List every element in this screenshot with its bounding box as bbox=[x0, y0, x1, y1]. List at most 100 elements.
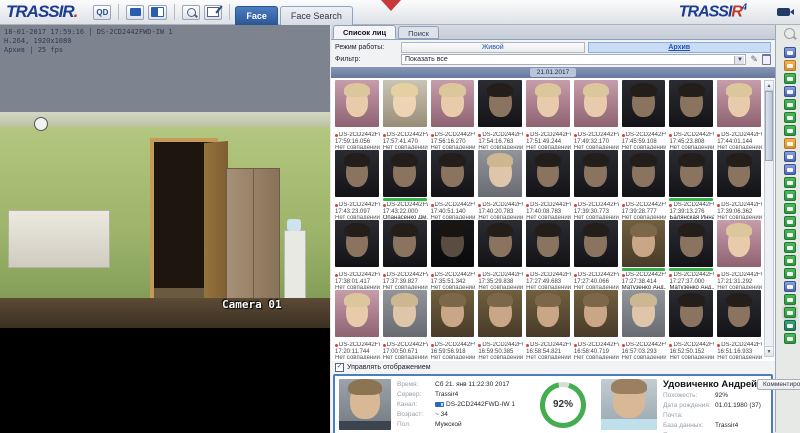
cell-match-status: Нет совпадений bbox=[334, 145, 380, 149]
face-cell[interactable]: DS-2CD2442FWD... 16:58:40.719 Нет совпад… bbox=[573, 290, 619, 359]
face-cell[interactable]: DS-2CD2442FWD... 17:37:39.827 Нет совпад… bbox=[382, 220, 428, 289]
channel-icon[interactable] bbox=[784, 268, 796, 279]
channel-icon[interactable] bbox=[784, 242, 796, 253]
face-cell[interactable]: DS-2CD2442FWD... 17:45:23.808 Нет совпад… bbox=[668, 80, 714, 149]
scroll-down-icon[interactable]: ▼ bbox=[765, 346, 773, 356]
face-cell[interactable]: DS-2CD2442FWD... 17:43:22.000 Опанасенко… bbox=[382, 150, 428, 219]
face-cell[interactable]: DS-2CD2442FWD... 17:49:32.170 Нет совпад… bbox=[573, 80, 619, 149]
record-dot-icon bbox=[574, 204, 577, 207]
face-cell[interactable]: DS-2CD2442FWD... 17:51:49.244 Нет совпад… bbox=[525, 80, 571, 149]
channel-icon[interactable] bbox=[784, 190, 796, 201]
channel-icon[interactable] bbox=[784, 125, 796, 136]
channel-icon[interactable] bbox=[784, 99, 796, 110]
trassir-window: TRASSIR. QD Face Face Search TRASSIR4 18… bbox=[0, 0, 800, 433]
match-bar bbox=[717, 198, 761, 201]
match-detail-card: Время: Сб 21. янв 11:22:30 2017 Сервер: … bbox=[333, 374, 773, 433]
search-tool-button[interactable] bbox=[182, 5, 200, 20]
field-value: 92% bbox=[715, 392, 728, 399]
face-cell[interactable]: DS-2CD2442FWD... 17:39:30.773 Нет совпад… bbox=[573, 150, 619, 219]
channel-icon[interactable] bbox=[784, 307, 796, 318]
cell-camera-label: DS-2CD2442FWD... bbox=[477, 272, 523, 279]
channel-icon[interactable] bbox=[784, 216, 796, 227]
face-cell[interactable]: DS-2CD2442FWD... 17:57:41.470 Нет совпад… bbox=[382, 80, 428, 149]
channel-icon[interactable] bbox=[784, 47, 796, 58]
face-cell[interactable]: DS-2CD2442FWD... 17:27:40.066 Нет совпад… bbox=[573, 220, 619, 289]
tab-search[interactable]: Поиск bbox=[398, 26, 439, 39]
face-cell[interactable]: DS-2CD2442FWD... 17:27:49.683 Нет совпад… bbox=[525, 220, 571, 289]
face-cell[interactable]: DS-2CD2442FWD... 17:38:01.417 Нет совпад… bbox=[334, 220, 380, 289]
single-view-button[interactable] bbox=[126, 5, 144, 20]
channel-icon[interactable] bbox=[784, 151, 796, 162]
channel-icon[interactable] bbox=[784, 255, 796, 266]
video-frame[interactable]: Camera 01 bbox=[0, 112, 330, 328]
edit-tool-button[interactable] bbox=[204, 5, 222, 20]
cell-camera-label: DS-2CD2442FWD... bbox=[621, 272, 667, 279]
channel-icon[interactable] bbox=[784, 86, 796, 97]
face-cell[interactable]: DS-2CD2442FWD... 17:27:37.000 Матузенко … bbox=[668, 220, 714, 289]
manage-display-checkbox[interactable]: ✓ bbox=[335, 363, 344, 372]
face-cell[interactable]: DS-2CD2442FWD... 17:40:08.783 Нет совпад… bbox=[525, 150, 571, 219]
face-cell[interactable]: DS-2CD2442FWD... 17:35:29.838 Нет совпад… bbox=[477, 220, 523, 289]
record-dot-icon bbox=[383, 274, 386, 277]
face-cell[interactable]: DS-2CD2442FWD... 16:52:50.152 Нет совпад… bbox=[668, 290, 714, 359]
channel-icon[interactable] bbox=[784, 229, 796, 240]
face-cell[interactable]: DS-2CD2442FWD... 17:39:28.777 Нет совпад… bbox=[621, 150, 667, 219]
channel-icon[interactable] bbox=[784, 73, 796, 84]
face-cell[interactable]: DS-2CD2442FWD... 17:35:51.342 Нет совпад… bbox=[430, 220, 476, 289]
tab-face-search[interactable]: Face Search bbox=[280, 6, 353, 25]
face-cell[interactable]: DS-2CD2442FWD... 17:40:51.140 Нет совпад… bbox=[430, 150, 476, 219]
face-cell[interactable]: DS-2CD2442FWD... 17:39:13.276 Балянская … bbox=[668, 150, 714, 219]
camera-icon[interactable] bbox=[777, 8, 790, 16]
mode-live-button[interactable]: Живой bbox=[401, 42, 585, 53]
split-view-button[interactable] bbox=[148, 5, 167, 20]
channel-icon[interactable] bbox=[784, 112, 796, 123]
face-cell[interactable]: DS-2CD2442FWD... 17:40:20.783 Нет совпад… bbox=[477, 150, 523, 219]
grid-scrollbar[interactable]: ▲ ▼ bbox=[764, 80, 774, 357]
qd-layout-button[interactable]: QD bbox=[93, 5, 111, 20]
camera-viewport[interactable]: 18-01-2017 17:59:16 | DS-2CD2442FWD-IW 1… bbox=[0, 25, 330, 433]
channel-icon[interactable] bbox=[784, 164, 796, 175]
face-cell[interactable]: DS-2CD2442FWD... 17:20:11.744 Нет совпад… bbox=[334, 290, 380, 359]
channel-icon[interactable] bbox=[784, 333, 796, 344]
delete-filter-icon[interactable] bbox=[762, 54, 771, 65]
tab-face-list[interactable]: Список лиц bbox=[333, 25, 396, 39]
face-cell[interactable]: DS-2CD2442FWD... 17:54:16.763 Нет совпад… bbox=[477, 80, 523, 149]
scroll-up-icon[interactable]: ▲ bbox=[765, 81, 773, 91]
channel-icon[interactable] bbox=[784, 203, 796, 214]
cell-match-status: Нет совпадений bbox=[382, 145, 428, 149]
face-cell[interactable]: DS-2CD2442FWD... 17:43:23.097 Нет совпад… bbox=[334, 150, 380, 219]
face-cell[interactable]: DS-2CD2442FWD... 17:45:59.108 Нет совпад… bbox=[621, 80, 667, 149]
face-thumbnail bbox=[526, 150, 570, 197]
face-cell[interactable]: DS-2CD2442FWD... 16:51:16.933 Нет совпад… bbox=[716, 290, 762, 359]
face-cell[interactable]: DS-2CD2442FWD... 17:27:38.414 Матузенко … bbox=[621, 220, 667, 289]
record-dot-icon bbox=[431, 204, 434, 207]
face-cell[interactable]: DS-2CD2442FWD... 17:59:16.056 Нет совпад… bbox=[334, 80, 380, 149]
tab-face[interactable]: Face bbox=[235, 6, 278, 25]
face-cell[interactable]: DS-2CD2442FWD... 17:39:06.362 Нет совпад… bbox=[716, 150, 762, 219]
channel-icon[interactable] bbox=[784, 281, 796, 292]
face-cell[interactable]: DS-2CD2442FWD... 16:59:50.385 Нет совпад… bbox=[477, 290, 523, 359]
channel-icon[interactable] bbox=[784, 320, 796, 331]
face-cell[interactable]: DS-2CD2442FWD... 16:57:03.293 Нет совпад… bbox=[621, 290, 667, 359]
main-menu-arrow-icon[interactable] bbox=[381, 0, 401, 11]
face-cell[interactable]: DS-2CD2442FWD... 17:21:31.292 Нет совпад… bbox=[716, 220, 762, 289]
record-dot-icon bbox=[669, 274, 672, 277]
channel-icon[interactable] bbox=[784, 138, 796, 149]
face-cell[interactable]: DS-2CD2442FWD... 17:56:16.270 Нет совпад… bbox=[430, 80, 476, 149]
face-cell[interactable]: DS-2CD2442FWD... 17:44:01.144 Нет совпад… bbox=[716, 80, 762, 149]
channel-icon[interactable] bbox=[784, 294, 796, 305]
face-cell[interactable]: DS-2CD2442FWD... 16:58:54.821 Нет совпад… bbox=[525, 290, 571, 359]
date-group-pill[interactable]: 21.01.2017 bbox=[530, 68, 577, 77]
channel-icon[interactable] bbox=[784, 177, 796, 188]
mode-archive-button[interactable]: Архив bbox=[588, 42, 772, 53]
record-dot-icon bbox=[717, 344, 720, 347]
scrollbar-thumb[interactable] bbox=[765, 91, 773, 161]
face-thumbnail bbox=[622, 150, 666, 197]
channel-icon[interactable] bbox=[784, 60, 796, 71]
face-cell[interactable]: DS-2CD2442FWD... 16:59:56.918 Нет совпад… bbox=[430, 290, 476, 359]
edit-filter-icon[interactable]: ✎ bbox=[750, 55, 758, 64]
search-icon[interactable] bbox=[784, 28, 795, 39]
filter-dropdown[interactable]: Показать все ▼ bbox=[401, 54, 746, 65]
face-cell[interactable]: DS-2CD2442FWD... 17:00:50.671 Нет совпад… bbox=[382, 290, 428, 359]
cell-camera-label: DS-2CD2442FWD... bbox=[668, 202, 714, 209]
